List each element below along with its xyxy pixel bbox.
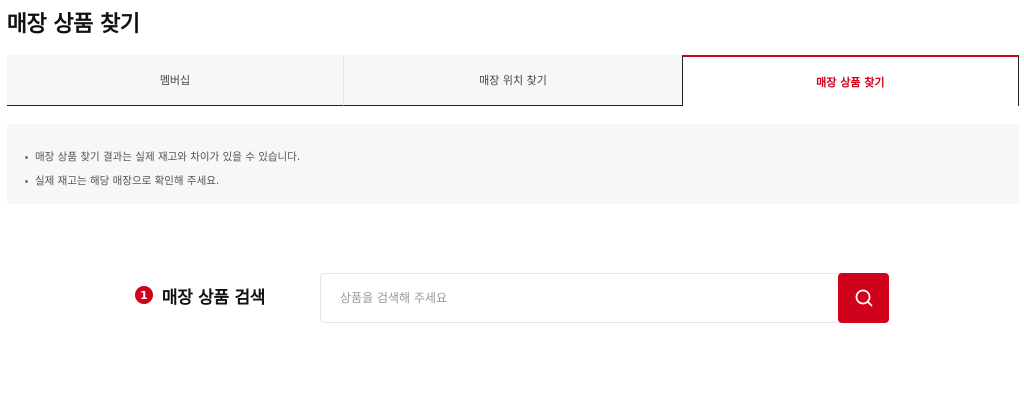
store-product-finder-page: 매장 상품 찾기 멤버십 매장 위치 찾기 매장 상품 찾기 매장 상품 찾기 … xyxy=(0,0,1024,397)
search-box xyxy=(320,273,889,323)
tab-bar: 멤버십 매장 위치 찾기 매장 상품 찾기 xyxy=(7,55,1019,106)
page-title: 매장 상품 찾기 xyxy=(7,12,140,37)
notice-item: 매장 상품 찾기 결과는 실제 재고와 차이가 있을 수 있습니다. xyxy=(25,145,1019,169)
tab-store-location[interactable]: 매장 위치 찾기 xyxy=(343,55,682,106)
tab-label: 멤버십 xyxy=(159,74,191,87)
search-label-text: 매장 상품 검색 xyxy=(162,287,266,308)
tab-membership[interactable]: 멤버십 xyxy=(7,55,343,106)
tab-store-product-search[interactable]: 매장 상품 찾기 xyxy=(682,55,1019,106)
notice-list: 매장 상품 찾기 결과는 실제 재고와 차이가 있을 수 있습니다. 실제 재고… xyxy=(25,145,1019,193)
search-icon xyxy=(855,289,872,307)
step-number-badge: 1 xyxy=(135,286,153,304)
tab-label: 매장 상품 찾기 xyxy=(816,75,885,89)
search-label: 1 매장 상품 검색 xyxy=(135,281,266,309)
tab-label: 매장 위치 찾기 xyxy=(479,74,547,87)
notice-item: 실제 재고는 해당 매장으로 확인해 주세요. xyxy=(25,169,1019,193)
search-button[interactable] xyxy=(838,273,889,323)
search-input[interactable] xyxy=(321,274,839,322)
notice-box: 매장 상품 찾기 결과는 실제 재고와 차이가 있을 수 있습니다. 실제 재고… xyxy=(7,124,1019,204)
